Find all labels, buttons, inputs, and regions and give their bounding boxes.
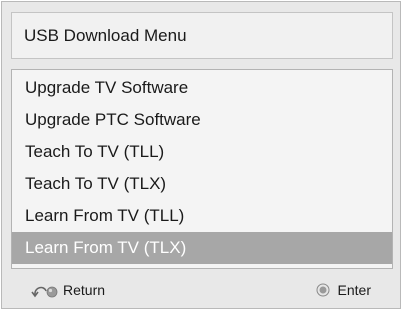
- dialog-title: USB Download Menu: [11, 12, 393, 59]
- menu-list: Upgrade TV Software Upgrade PTC Software…: [11, 69, 393, 269]
- return-icon: [31, 282, 59, 298]
- menu-item-teach-to-tv-tlx[interactable]: Teach To TV (TLX): [12, 168, 392, 200]
- menu-item-learn-from-tv-tlx[interactable]: Learn From TV (TLX): [12, 232, 392, 264]
- menu-item-learn-from-tv-tll[interactable]: Learn From TV (TLL): [12, 200, 392, 232]
- usb-download-dialog: USB Download Menu Upgrade TV Software Up…: [1, 1, 401, 309]
- menu-item-upgrade-ptc-software[interactable]: Upgrade PTC Software: [12, 104, 392, 136]
- return-label: Return: [63, 282, 106, 298]
- enter-icon: [316, 283, 330, 297]
- footer-hints: Return Enter: [11, 277, 393, 303]
- menu-item-upgrade-tv-software[interactable]: Upgrade TV Software: [12, 72, 392, 104]
- enter-button[interactable]: Enter: [316, 279, 371, 301]
- menu-item-teach-to-tv-tll[interactable]: Teach To TV (TLL): [12, 136, 392, 168]
- return-button[interactable]: Return: [31, 279, 105, 301]
- enter-label: Enter: [337, 282, 371, 298]
